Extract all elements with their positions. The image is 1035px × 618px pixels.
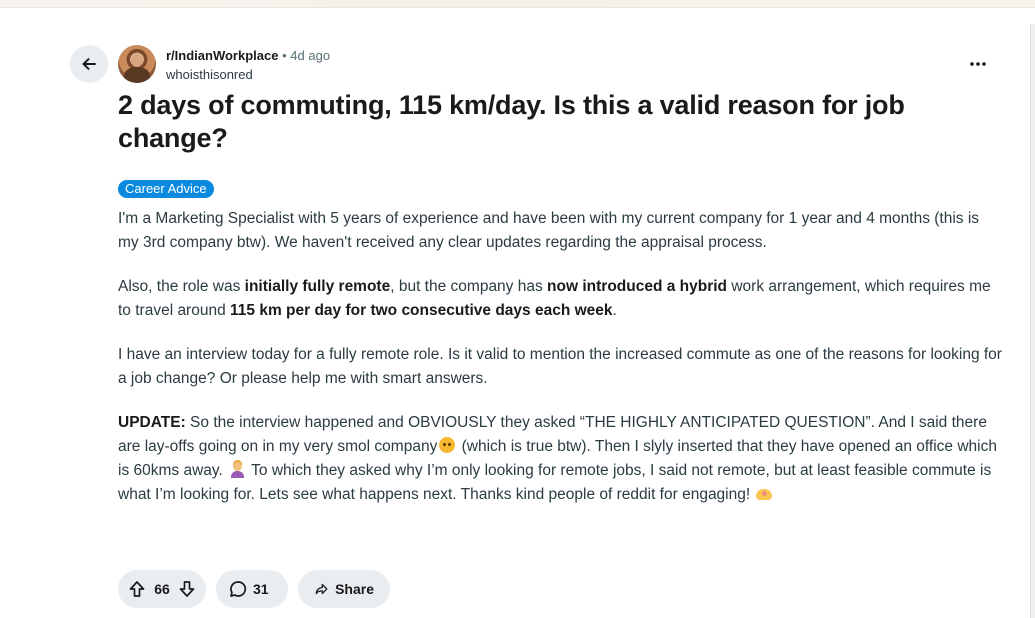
- speech-bubble-icon: [230, 581, 247, 597]
- downvote-button[interactable]: [178, 578, 196, 600]
- arrow-down-icon: [179, 581, 195, 597]
- post-actions: 66 31 Share: [118, 570, 390, 608]
- more-options-button[interactable]: [962, 52, 994, 76]
- body-paragraph: I'm a Marketing Specialist with 5 years …: [118, 210, 980, 251]
- body-paragraph: UPDATE: So the interview happened and OB…: [118, 414, 997, 503]
- update-label: UPDATE:: [118, 414, 186, 431]
- body-paragraph: Also, the role was initially fully remot…: [118, 278, 991, 319]
- scrollbar[interactable]: [1030, 24, 1035, 618]
- more-horizontal-icon: [970, 62, 986, 66]
- subreddit-link[interactable]: r/IndianWorkplace: [166, 48, 278, 63]
- comment-count: 31: [253, 581, 269, 597]
- upvote-button[interactable]: [128, 578, 146, 600]
- arrow-up-icon: [129, 581, 145, 597]
- post-body: I'm a Marketing Specialist with 5 years …: [118, 207, 1003, 527]
- author-link[interactable]: whoisthisonred: [166, 66, 330, 84]
- vote-count: 66: [154, 581, 170, 597]
- share-label: Share: [335, 581, 374, 597]
- post-flair[interactable]: Career Advice: [118, 180, 214, 198]
- person-shrugging-emoji-icon: [230, 462, 245, 478]
- back-button[interactable]: [70, 45, 108, 83]
- share-arrow-icon: [315, 583, 328, 595]
- post-time: 4d ago: [290, 48, 331, 63]
- post-meta: r/IndianWorkplace • 4d ago whoisthisonre…: [166, 47, 330, 84]
- body-paragraph: I have an interview today for a fully re…: [118, 346, 1002, 387]
- heart-hands-emoji-icon: [754, 487, 774, 501]
- vote-bar: 66: [118, 570, 206, 608]
- share-button[interactable]: Share: [298, 570, 390, 608]
- arrow-left-icon: [82, 58, 96, 70]
- subreddit-avatar[interactable]: [118, 45, 156, 83]
- post-title: 2 days of commuting, 115 km/day. Is this…: [118, 90, 905, 153]
- comments-button[interactable]: 31: [216, 570, 288, 608]
- top-bar-edge: [0, 0, 1035, 8]
- blush-emoji-icon: [439, 437, 456, 453]
- meta-separator: •: [282, 48, 287, 63]
